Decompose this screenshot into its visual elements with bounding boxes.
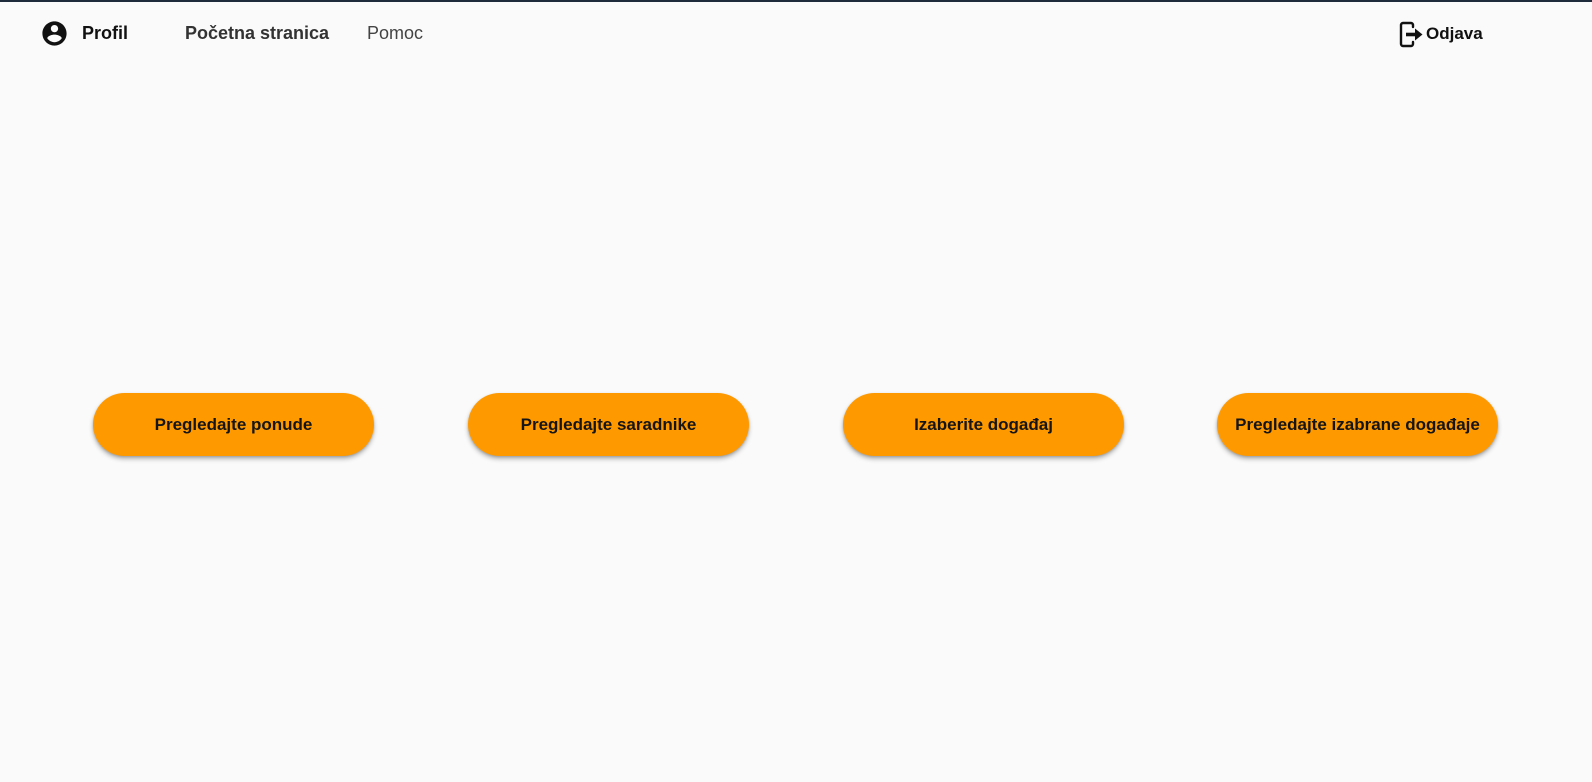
logout-label: Odjava	[1426, 24, 1483, 43]
profile-link[interactable]: Profil	[40, 18, 128, 48]
profile-label: Profil	[82, 22, 129, 43]
main-actions: Pregledajte ponude Pregledajte saradnike…	[0, 393, 1592, 457]
logout-icon	[1399, 21, 1424, 48]
view-collaborators-button[interactable]: Pregledajte saradnike	[468, 393, 749, 456]
logout-link[interactable]: Odjava	[1399, 20, 1483, 48]
choose-event-button[interactable]: Izaberite događaj	[843, 393, 1124, 456]
account-circle-icon	[40, 19, 69, 48]
view-chosen-events-button[interactable]: Pregledajte izabrane događaje	[1217, 393, 1498, 456]
home-link[interactable]: Početna stranica	[185, 22, 329, 44]
help-link[interactable]: Pomoc	[367, 22, 423, 44]
view-offers-button[interactable]: Pregledajte ponude	[93, 393, 374, 456]
top-navbar: Profil Početna stranica Pomoc Odjava	[0, 2, 1592, 66]
